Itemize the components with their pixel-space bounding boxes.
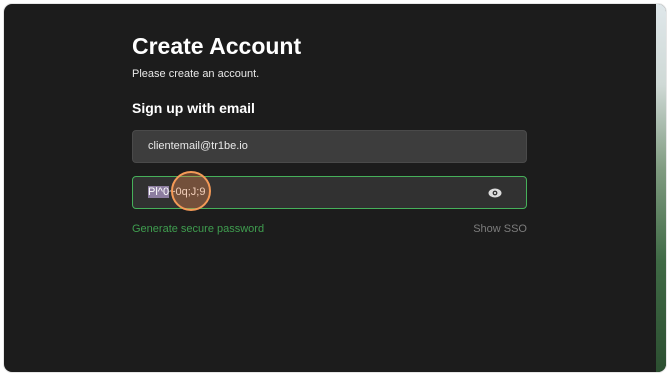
page-subtitle: Please create an account. [132,68,260,80]
background-scenery [656,4,666,372]
click-indicator [171,171,211,211]
generate-password-link[interactable]: Generate secure password [132,223,264,235]
app-window: Create Account Please create an account.… [4,4,666,372]
page-title: Create Account [132,33,302,59]
eye-icon[interactable] [488,187,502,199]
password-field[interactable]: Pl^0~0q;J;9 [132,171,527,211]
create-account-form: Create Account Please create an account.… [132,32,532,235]
show-sso-link[interactable]: Show SSO [473,223,527,235]
email-field[interactable]: clientemail@tr1be.io [132,130,527,163]
email-value: clientemail@tr1be.io [148,140,248,152]
section-title: Sign up with email [132,100,255,116]
password-selected-text: Pl^0 [148,186,170,198]
